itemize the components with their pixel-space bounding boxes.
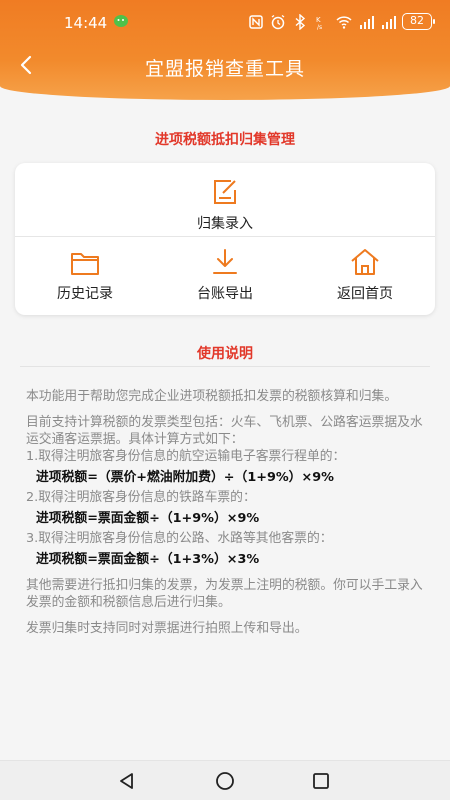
nav-home-icon[interactable] [215,771,235,791]
help-list-item: 2.取得注明旅客身份信息的铁路车票的： [26,490,256,505]
help-divider [20,366,430,367]
network-speed-icon: K/s [316,16,322,30]
home-label: 返回首页 [337,286,393,302]
wifi-icon [336,15,352,29]
help-list-item: 3.取得注明旅客身份信息的公路、水路等其他客票的： [26,531,333,546]
card-divider [15,236,435,237]
help-paragraph: 发票归集时支持同时对票据进行拍照上传和导出。 [26,621,308,636]
alarm-icon [271,14,285,29]
ledger-export-label: 台账导出 [197,286,253,302]
help-formula: 进项税额=（票价+燃油附加费）÷（1+9%）×9% [36,470,334,485]
history-label: 历史记录 [57,286,113,302]
signal-5g-icon [382,15,396,29]
collect-entry-button[interactable]: 归集录入 [15,177,435,233]
nav-back-icon[interactable] [117,771,137,791]
help-paragraph: 其他需要进行抵扣归集的发票，为发票上注明的税额。你可以手工录入发票的金额和税额信… [26,578,423,610]
svg-text:K: K [316,16,321,24]
system-nav-bar [0,760,450,800]
nav-recents-icon[interactable] [311,771,331,791]
wechat-icon [114,15,128,27]
folder-icon [71,253,99,275]
help-content: 本功能用于帮助您完成企业进项税额抵扣发票的税额核算和归集。 目前支持计算税额的发… [26,388,426,637]
nfc-icon [249,14,263,29]
collect-entry-label: 归集录入 [197,216,253,232]
help-formula: 进项税额=票面金额÷（1+9%）×9% [36,511,260,526]
history-button[interactable]: 历史记录 [15,249,155,303]
status-time: 14:44 [64,14,108,32]
ledger-export-button[interactable]: 台账导出 [155,247,295,303]
bluetooth-icon [295,13,306,30]
nav-bar: 宜盟报销查重工具 [0,46,450,86]
status-bar: 14:44 K/s 82 [0,0,450,46]
download-icon [213,249,237,274]
help-list-item: 1.取得注明旅客身份信息的航空运输电子客票行程单的： [26,449,346,464]
action-card: 归集录入 历史记录 台账导出 返回首页 [15,163,435,315]
edit-form-icon [214,180,236,204]
home-icon [351,249,379,275]
svg-text:/s: /s [317,24,322,30]
battery-indicator: 82 [402,13,435,30]
page-title: 宜盟报销查重工具 [144,58,305,80]
help-paragraph: 目前支持计算税额的发票类型包括：火车、飞机票、公路客运票据及水运交通客运票据。具… [26,415,423,447]
help-title: 使用说明 [197,346,253,362]
home-button[interactable]: 返回首页 [295,247,435,303]
section-title: 进项税额抵扣归集管理 [155,132,295,148]
signal-4g-icon [360,15,374,29]
help-paragraph: 本功能用于帮助您完成企业进项税额抵扣发票的税额核算和归集。 [26,389,398,404]
status-icons: K/s 82 [248,13,435,30]
help-formula: 进项税额=票面金额÷（1+3%）×3% [36,552,260,567]
